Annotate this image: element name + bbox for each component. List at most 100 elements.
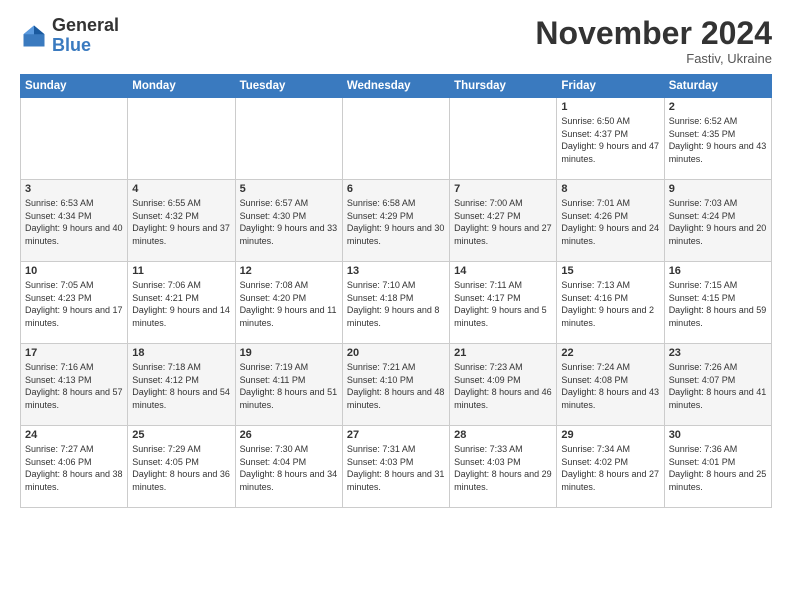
calendar-cell: 30 Sunrise: 7:36 AMSunset: 4:01 PMDayligh… bbox=[664, 426, 771, 508]
header-cell-friday: Friday bbox=[557, 75, 664, 98]
cell-info: Sunrise: 7:33 AMSunset: 4:03 PMDaylight:… bbox=[454, 444, 552, 492]
calendar-cell: 10 Sunrise: 7:05 AMSunset: 4:23 PMDayligh… bbox=[21, 262, 128, 344]
calendar-cell: 24 Sunrise: 7:27 AMSunset: 4:06 PMDayligh… bbox=[21, 426, 128, 508]
day-number: 12 bbox=[240, 265, 338, 277]
cell-info: Sunrise: 7:30 AMSunset: 4:04 PMDaylight:… bbox=[240, 444, 338, 492]
calendar-cell: 5Sunrise: 6:57 AMSunset: 4:30 PMDaylight… bbox=[235, 180, 342, 262]
day-number: 28 bbox=[454, 429, 552, 441]
cell-info: Sunrise: 6:58 AMSunset: 4:29 PMDaylight:… bbox=[347, 198, 445, 246]
calendar-cell: 15 Sunrise: 7:13 AMSunset: 4:16 PMDayligh… bbox=[557, 262, 664, 344]
header-cell-tuesday: Tuesday bbox=[235, 75, 342, 98]
calendar-cell: 9 Sunrise: 7:03 AMSunset: 4:24 PMDaylight… bbox=[664, 180, 771, 262]
calendar-cell: 27Sunrise: 7:31 AMSunset: 4:03 PMDayligh… bbox=[342, 426, 449, 508]
logo-general-text: General bbox=[52, 15, 119, 35]
header-cell-wednesday: Wednesday bbox=[342, 75, 449, 98]
day-number: 20 bbox=[347, 347, 445, 359]
cell-info: Sunrise: 7:01 AMSunset: 4:26 PMDaylight:… bbox=[561, 198, 659, 246]
day-number: 26 bbox=[240, 429, 338, 441]
header-row: SundayMondayTuesdayWednesdayThursdayFrid… bbox=[21, 75, 772, 98]
logo-blue-text: Blue bbox=[52, 35, 91, 55]
day-number: 27 bbox=[347, 429, 445, 441]
calendar-cell: 16 Sunrise: 7:15 AMSunset: 4:15 PMDayligh… bbox=[664, 262, 771, 344]
day-number: 3 bbox=[25, 183, 123, 195]
calendar-cell: 3 Sunrise: 6:53 AMSunset: 4:34 PMDaylight… bbox=[21, 180, 128, 262]
cell-info: Sunrise: 7:11 AMSunset: 4:17 PMDaylight:… bbox=[454, 280, 547, 328]
calendar-cell bbox=[21, 98, 128, 180]
calendar-cell: 25 Sunrise: 7:29 AMSunset: 4:05 PMDayligh… bbox=[128, 426, 235, 508]
day-number: 23 bbox=[669, 347, 767, 359]
calendar-cell: 4Sunrise: 6:55 AMSunset: 4:32 PMDaylight… bbox=[128, 180, 235, 262]
calendar-week-3: 10 Sunrise: 7:05 AMSunset: 4:23 PMDayligh… bbox=[21, 262, 772, 344]
cell-info: Sunrise: 6:53 AMSunset: 4:34 PMDaylight:… bbox=[25, 198, 123, 246]
calendar-cell: 28 Sunrise: 7:33 AMSunset: 4:03 PMDayligh… bbox=[450, 426, 557, 508]
calendar-cell: 6 Sunrise: 6:58 AMSunset: 4:29 PMDaylight… bbox=[342, 180, 449, 262]
calendar-cell bbox=[450, 98, 557, 180]
calendar-cell: 20 Sunrise: 7:21 AMSunset: 4:10 PMDayligh… bbox=[342, 344, 449, 426]
cell-info: Sunrise: 7:24 AMSunset: 4:08 PMDaylight:… bbox=[561, 362, 659, 410]
day-number: 6 bbox=[347, 183, 445, 195]
cell-info: Sunrise: 7:00 AMSunset: 4:27 PMDaylight:… bbox=[454, 198, 552, 246]
cell-info: Sunrise: 7:29 AMSunset: 4:05 PMDaylight:… bbox=[132, 444, 230, 492]
cell-info: Sunrise: 7:19 AMSunset: 4:11 PMDaylight:… bbox=[240, 362, 338, 410]
calendar-cell: 14 Sunrise: 7:11 AMSunset: 4:17 PMDayligh… bbox=[450, 262, 557, 344]
month-title: November 2024 bbox=[535, 16, 772, 51]
cell-info: Sunrise: 7:13 AMSunset: 4:16 PMDaylight:… bbox=[561, 280, 654, 328]
day-number: 7 bbox=[454, 183, 552, 195]
logo-icon bbox=[20, 22, 48, 50]
cell-info: Sunrise: 7:36 AMSunset: 4:01 PMDaylight:… bbox=[669, 444, 767, 492]
calendar-week-5: 24 Sunrise: 7:27 AMSunset: 4:06 PMDayligh… bbox=[21, 426, 772, 508]
day-number: 11 bbox=[132, 265, 230, 277]
day-number: 19 bbox=[240, 347, 338, 359]
day-number: 5 bbox=[240, 183, 338, 195]
calendar-cell: 29Sunrise: 7:34 AMSunset: 4:02 PMDayligh… bbox=[557, 426, 664, 508]
day-number: 4 bbox=[132, 183, 230, 195]
day-number: 15 bbox=[561, 265, 659, 277]
logo-text: General Blue bbox=[52, 16, 119, 56]
logo: General Blue bbox=[20, 16, 119, 56]
calendar-cell: 7 Sunrise: 7:00 AMSunset: 4:27 PMDaylight… bbox=[450, 180, 557, 262]
calendar-cell: 13 Sunrise: 7:10 AMSunset: 4:18 PMDayligh… bbox=[342, 262, 449, 344]
day-number: 16 bbox=[669, 265, 767, 277]
day-number: 14 bbox=[454, 265, 552, 277]
day-number: 10 bbox=[25, 265, 123, 277]
day-number: 29 bbox=[561, 429, 659, 441]
cell-info: Sunrise: 7:08 AMSunset: 4:20 PMDaylight:… bbox=[240, 280, 337, 328]
day-number: 1 bbox=[561, 101, 659, 113]
cell-info: Sunrise: 7:21 AMSunset: 4:10 PMDaylight:… bbox=[347, 362, 445, 410]
cell-info: Sunrise: 7:27 AMSunset: 4:06 PMDaylight:… bbox=[25, 444, 123, 492]
day-number: 9 bbox=[669, 183, 767, 195]
calendar-week-1: 1 Sunrise: 6:50 AMSunset: 4:37 PMDaylight… bbox=[21, 98, 772, 180]
calendar-cell: 1 Sunrise: 6:50 AMSunset: 4:37 PMDaylight… bbox=[557, 98, 664, 180]
day-number: 30 bbox=[669, 429, 767, 441]
day-number: 22 bbox=[561, 347, 659, 359]
calendar-cell: 21Sunrise: 7:23 AMSunset: 4:09 PMDayligh… bbox=[450, 344, 557, 426]
cell-info: Sunrise: 7:18 AMSunset: 4:12 PMDaylight:… bbox=[132, 362, 230, 410]
calendar-week-2: 3 Sunrise: 6:53 AMSunset: 4:34 PMDaylight… bbox=[21, 180, 772, 262]
cell-info: Sunrise: 7:16 AMSunset: 4:13 PMDaylight:… bbox=[25, 362, 123, 410]
cell-info: Sunrise: 7:10 AMSunset: 4:18 PMDaylight:… bbox=[347, 280, 440, 328]
calendar-cell: 26 Sunrise: 7:30 AMSunset: 4:04 PMDayligh… bbox=[235, 426, 342, 508]
header-cell-monday: Monday bbox=[128, 75, 235, 98]
calendar-cell: 11Sunrise: 7:06 AMSunset: 4:21 PMDayligh… bbox=[128, 262, 235, 344]
cell-info: Sunrise: 6:52 AMSunset: 4:35 PMDaylight:… bbox=[669, 116, 767, 164]
header-cell-thursday: Thursday bbox=[450, 75, 557, 98]
calendar-table: SundayMondayTuesdayWednesdayThursdayFrid… bbox=[20, 74, 772, 508]
cell-info: Sunrise: 7:03 AMSunset: 4:24 PMDaylight:… bbox=[669, 198, 767, 246]
day-number: 18 bbox=[132, 347, 230, 359]
calendar-cell bbox=[128, 98, 235, 180]
calendar-header: SundayMondayTuesdayWednesdayThursdayFrid… bbox=[21, 75, 772, 98]
day-number: 17 bbox=[25, 347, 123, 359]
header-cell-saturday: Saturday bbox=[664, 75, 771, 98]
calendar-cell: 18 Sunrise: 7:18 AMSunset: 4:12 PMDayligh… bbox=[128, 344, 235, 426]
cell-info: Sunrise: 7:26 AMSunset: 4:07 PMDaylight:… bbox=[669, 362, 767, 410]
day-number: 25 bbox=[132, 429, 230, 441]
calendar-cell bbox=[342, 98, 449, 180]
calendar-cell: 8Sunrise: 7:01 AMSunset: 4:26 PMDaylight… bbox=[557, 180, 664, 262]
cell-info: Sunrise: 6:50 AMSunset: 4:37 PMDaylight:… bbox=[561, 116, 659, 164]
cell-info: Sunrise: 7:15 AMSunset: 4:15 PMDaylight:… bbox=[669, 280, 767, 328]
day-number: 24 bbox=[25, 429, 123, 441]
day-number: 13 bbox=[347, 265, 445, 277]
cell-info: Sunrise: 7:05 AMSunset: 4:23 PMDaylight:… bbox=[25, 280, 123, 328]
calendar-week-4: 17 Sunrise: 7:16 AMSunset: 4:13 PMDayligh… bbox=[21, 344, 772, 426]
day-number: 21 bbox=[454, 347, 552, 359]
